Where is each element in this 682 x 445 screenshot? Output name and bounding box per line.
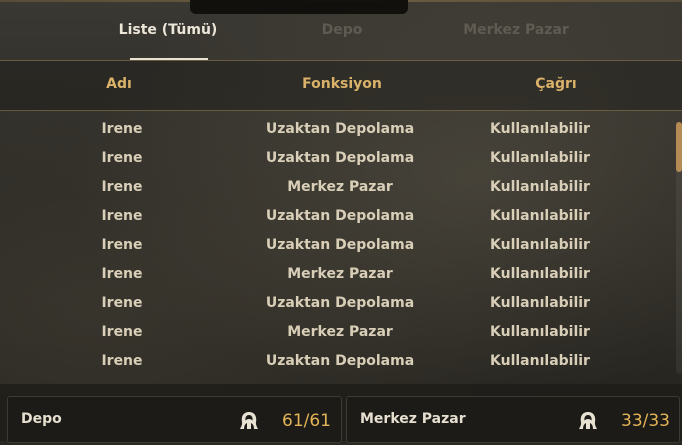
table-row[interactable]: Irene Uzaktan Depolama Kullanılabilir — [0, 288, 672, 317]
row-call-status[interactable]: Kullanılabilir — [470, 172, 610, 202]
row-function: Uzaktan Depolama — [265, 121, 415, 137]
row-function: Merkez Pazar — [287, 179, 393, 195]
tab-central-market[interactable]: Merkez Pazar — [446, 14, 586, 60]
row-function: Merkez Pazar — [287, 266, 393, 282]
row-call-status[interactable]: Kullanılabilir — [470, 259, 610, 289]
row-name: Irene — [101, 237, 143, 253]
row-name: Irene — [101, 179, 143, 195]
scrollbar-thumb[interactable] — [676, 122, 682, 172]
pet-maid-icon — [240, 412, 258, 429]
row-call-status[interactable]: Kullanılabilir — [470, 317, 610, 347]
row-name: Irene — [101, 353, 143, 369]
row-call-status[interactable]: Kullanılabilir — [470, 201, 610, 231]
row-name: Irene — [101, 295, 143, 311]
tab-bar: Liste (Tümü) Depo Merkez Pazar — [0, 14, 682, 60]
row-call-status[interactable]: Kullanılabilir — [470, 230, 610, 260]
row-call-status[interactable]: Kullanılabilir — [470, 114, 610, 144]
row-name: Irene — [101, 324, 143, 340]
top-tooltip — [190, 0, 408, 14]
pet-maid-icon — [579, 412, 597, 429]
row-call-status[interactable]: Kullanılabilir — [470, 143, 610, 173]
central-market-panel[interactable]: Merkez Pazar 33/33 — [346, 396, 680, 443]
row-function: Uzaktan Depolama — [265, 295, 415, 311]
table-row[interactable]: Irene Uzaktan Depolama Kullanılabilir — [0, 201, 672, 230]
central-market-label: Merkez Pazar — [360, 411, 466, 427]
table-row[interactable]: Irene Merkez Pazar Kullanılabilir — [0, 259, 672, 288]
row-call-status[interactable]: Kullanılabilir — [470, 288, 610, 318]
table-row[interactable]: Irene Merkez Pazar Kullanılabilir — [0, 172, 672, 201]
depot-label: Depo — [21, 411, 62, 427]
row-name: Irene — [101, 150, 143, 166]
central-market-count: 33/33 — [621, 411, 670, 431]
row-function: Uzaktan Depolama — [265, 237, 415, 253]
row-name: Irene — [101, 121, 143, 137]
table-row[interactable]: Irene Uzaktan Depolama Kullanılabilir — [0, 346, 672, 375]
table-row[interactable]: Irene Uzaktan Depolama Kullanılabilir — [0, 114, 672, 143]
table-row[interactable]: Irene Merkez Pazar Kullanılabilir — [0, 317, 672, 346]
row-name: Irene — [101, 266, 143, 282]
row-name: Irene — [101, 208, 143, 224]
column-header-call[interactable]: Çağrı — [486, 61, 626, 108]
table-row[interactable]: Irene Uzaktan Depolama Kullanılabilir — [0, 230, 672, 259]
table-header: Adı Fonksiyon Çağrı — [0, 60, 682, 111]
row-function: Uzaktan Depolama — [265, 150, 415, 166]
column-header-function[interactable]: Fonksiyon — [252, 61, 432, 108]
row-function: Uzaktan Depolama — [265, 208, 415, 224]
depot-panel[interactable]: Depo 61/61 — [7, 396, 342, 443]
column-header-name[interactable]: Adı — [62, 61, 176, 108]
depot-count: 61/61 — [282, 411, 331, 431]
row-function: Merkez Pazar — [287, 324, 393, 340]
row-function: Uzaktan Depolama — [265, 353, 415, 369]
npc-list: Irene Uzaktan Depolama Kullanılabilir Ir… — [0, 114, 672, 375]
tab-depot[interactable]: Depo — [282, 14, 402, 60]
table-row[interactable]: Irene Uzaktan Depolama Kullanılabilir — [0, 143, 672, 172]
tab-list-all[interactable]: Liste (Tümü) — [108, 14, 228, 60]
row-call-status[interactable]: Kullanılabilir — [470, 346, 610, 376]
list-scrollbar[interactable] — [676, 122, 682, 374]
